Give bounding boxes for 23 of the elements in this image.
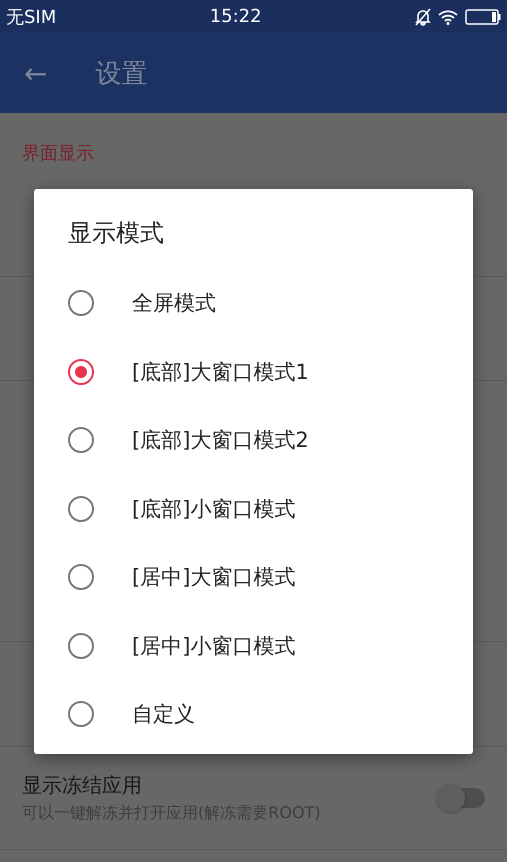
radio-button[interactable] xyxy=(68,427,94,454)
radio-button[interactable] xyxy=(68,290,94,316)
battery-icon xyxy=(464,8,501,24)
option-label[interactable]: 自定义 xyxy=(132,700,195,728)
radio-button[interactable] xyxy=(68,358,94,385)
wifi-icon xyxy=(436,8,459,24)
radio-button[interactable] xyxy=(68,564,94,590)
setting-title: 显示冻结应用 xyxy=(22,772,143,799)
option-label[interactable]: [居中]大窗口模式 xyxy=(132,563,296,592)
dialog-title: 显示模式 xyxy=(68,218,165,249)
option-label[interactable]: [底部]大窗口模式1 xyxy=(132,358,309,386)
option-label[interactable]: [居中]小窗口模式 xyxy=(132,632,296,660)
option-label[interactable]: [底部]小窗口模式 xyxy=(132,494,296,523)
clock-text: 15:22 xyxy=(210,6,262,27)
radio-button[interactable] xyxy=(68,496,94,522)
radio-button[interactable] xyxy=(68,632,94,659)
section-title: 界面显示 xyxy=(21,142,95,166)
option-label[interactable]: [底部]大窗口模式2 xyxy=(132,426,309,454)
page-title: 设置 xyxy=(95,58,148,90)
option-label[interactable]: 全屏模式 xyxy=(132,289,216,318)
radio-button[interactable] xyxy=(68,701,94,728)
muted-bell-icon xyxy=(414,8,431,26)
carrier-text: 无SIM xyxy=(6,6,56,28)
